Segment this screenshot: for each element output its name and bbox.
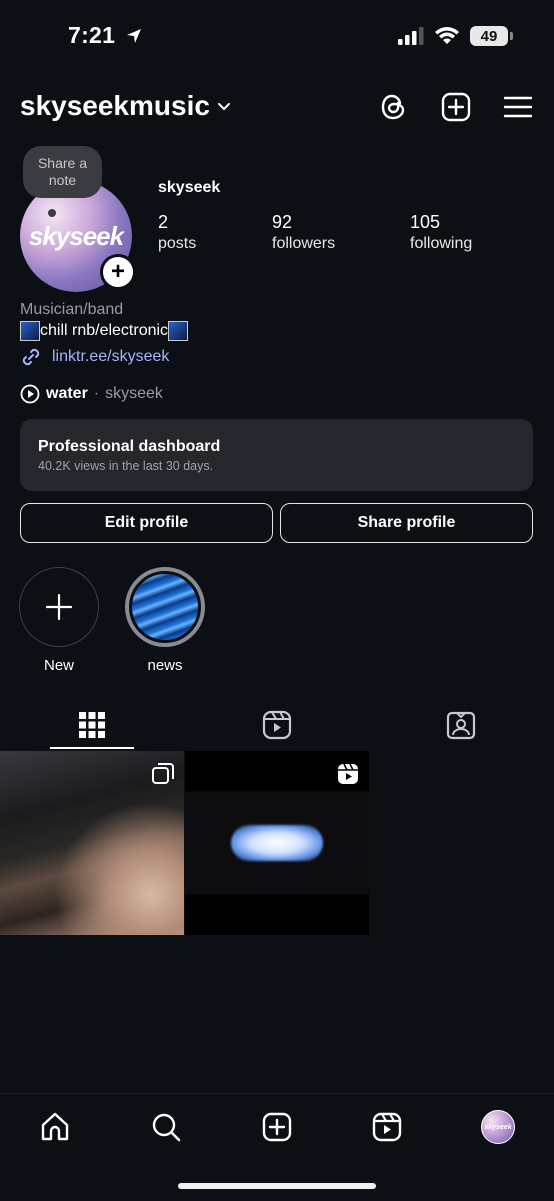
battery-indicator: 49 bbox=[470, 26, 513, 46]
profile-music[interactable]: water · skyseek bbox=[20, 384, 163, 404]
edit-profile-button[interactable]: Edit profile bbox=[20, 503, 273, 543]
nav-search[interactable] bbox=[149, 1110, 183, 1144]
share-note-bubble[interactable]: Share a note bbox=[23, 146, 102, 198]
news-highlight-cover bbox=[132, 574, 198, 640]
home-icon bbox=[41, 1112, 69, 1141]
status-time: 7:21 bbox=[68, 22, 142, 49]
music-artist: skyseek bbox=[105, 385, 163, 402]
menu-icon[interactable] bbox=[503, 92, 533, 122]
carousel-icon bbox=[152, 763, 174, 784]
tagged-person-icon bbox=[446, 711, 476, 739]
reels-icon bbox=[372, 1112, 402, 1142]
highlight-label: news bbox=[147, 657, 183, 674]
followers-stat[interactable]: 92 followers bbox=[272, 212, 335, 253]
plus-icon bbox=[45, 593, 73, 621]
create-post-icon[interactable] bbox=[441, 92, 471, 122]
following-label: following bbox=[410, 235, 473, 252]
account-switcher[interactable]: skyseek music bbox=[20, 90, 232, 122]
link-icon bbox=[22, 348, 40, 366]
profile-display-name: skyseek bbox=[158, 179, 221, 196]
reels-icon bbox=[262, 710, 292, 739]
dashboard-title: Professional dashboard bbox=[38, 438, 221, 455]
post-thumbnail[interactable] bbox=[0, 751, 184, 935]
wave-emoji-icon bbox=[20, 321, 40, 341]
header-username: skyseek bbox=[20, 90, 130, 121]
music-title: water bbox=[46, 385, 88, 402]
grid-icon bbox=[79, 711, 105, 738]
profile-tabs bbox=[0, 700, 554, 752]
followers-label: followers bbox=[272, 235, 336, 252]
post-glow-graphic bbox=[231, 825, 323, 861]
professional-dashboard-card[interactable]: Professional dashboard 40.2K views in th… bbox=[20, 419, 533, 491]
posts-count: 2 bbox=[158, 212, 169, 232]
nav-profile[interactable]: skyseek bbox=[481, 1110, 515, 1144]
tab-grid[interactable] bbox=[0, 700, 184, 749]
music-separator: · bbox=[93, 385, 100, 402]
post-thumbnail[interactable] bbox=[185, 751, 369, 935]
avatar-logo-text: skyseek bbox=[28, 220, 124, 251]
wifi-icon bbox=[435, 27, 459, 44]
search-icon bbox=[152, 1113, 181, 1142]
status-indicators: 49 bbox=[398, 26, 513, 46]
tab-tagged[interactable] bbox=[369, 700, 553, 749]
signal-icon bbox=[398, 27, 424, 45]
note-bubble-tail bbox=[48, 209, 56, 217]
following-stat[interactable]: 105 following bbox=[410, 212, 472, 253]
wave-emoji-icon bbox=[168, 321, 189, 341]
profile-link[interactable]: linktr.ee/skyseek bbox=[20, 346, 169, 368]
new-highlight-circle bbox=[19, 567, 99, 647]
nav-reels[interactable] bbox=[370, 1110, 404, 1144]
threads-icon[interactable] bbox=[379, 92, 409, 122]
profile-bio: chill rnb/electronic bbox=[20, 321, 189, 341]
bio-text: chill rnb/electronic bbox=[40, 322, 169, 339]
tab-reels[interactable] bbox=[185, 700, 369, 749]
posts-label: posts bbox=[158, 235, 197, 252]
play-circle-icon bbox=[20, 384, 40, 404]
reel-badge-icon bbox=[338, 763, 358, 784]
active-tab-indicator bbox=[50, 747, 134, 749]
home-indicator bbox=[178, 1183, 376, 1189]
dashboard-subtitle: 40.2K views in the last 30 days. bbox=[38, 459, 214, 473]
highlight-news[interactable]: news bbox=[123, 567, 207, 674]
create-icon bbox=[262, 1112, 292, 1142]
profile-category: Musician/band bbox=[20, 301, 124, 318]
news-highlight-circle bbox=[125, 567, 205, 647]
add-story-button[interactable]: + bbox=[100, 254, 136, 290]
nav-home[interactable] bbox=[38, 1110, 72, 1144]
posts-stat[interactable]: 2 posts bbox=[158, 212, 196, 253]
highlight-label: New bbox=[43, 657, 74, 674]
followers-count: 92 bbox=[272, 212, 293, 232]
location-arrow-icon bbox=[126, 29, 141, 43]
highlight-new[interactable]: New bbox=[17, 567, 101, 674]
nav-avatar-text: skyseek bbox=[484, 1123, 512, 1131]
link-text: linktr.ee/skyseek bbox=[52, 348, 170, 365]
share-profile-button[interactable]: Share profile bbox=[280, 503, 533, 543]
following-count: 105 bbox=[410, 212, 441, 232]
note-text: Share a note bbox=[37, 155, 88, 188]
nav-create[interactable] bbox=[260, 1110, 294, 1144]
nav-profile-avatar: skyseek bbox=[481, 1110, 515, 1144]
header-username-suffix: music bbox=[129, 90, 210, 121]
chevron-down-icon bbox=[217, 103, 230, 111]
